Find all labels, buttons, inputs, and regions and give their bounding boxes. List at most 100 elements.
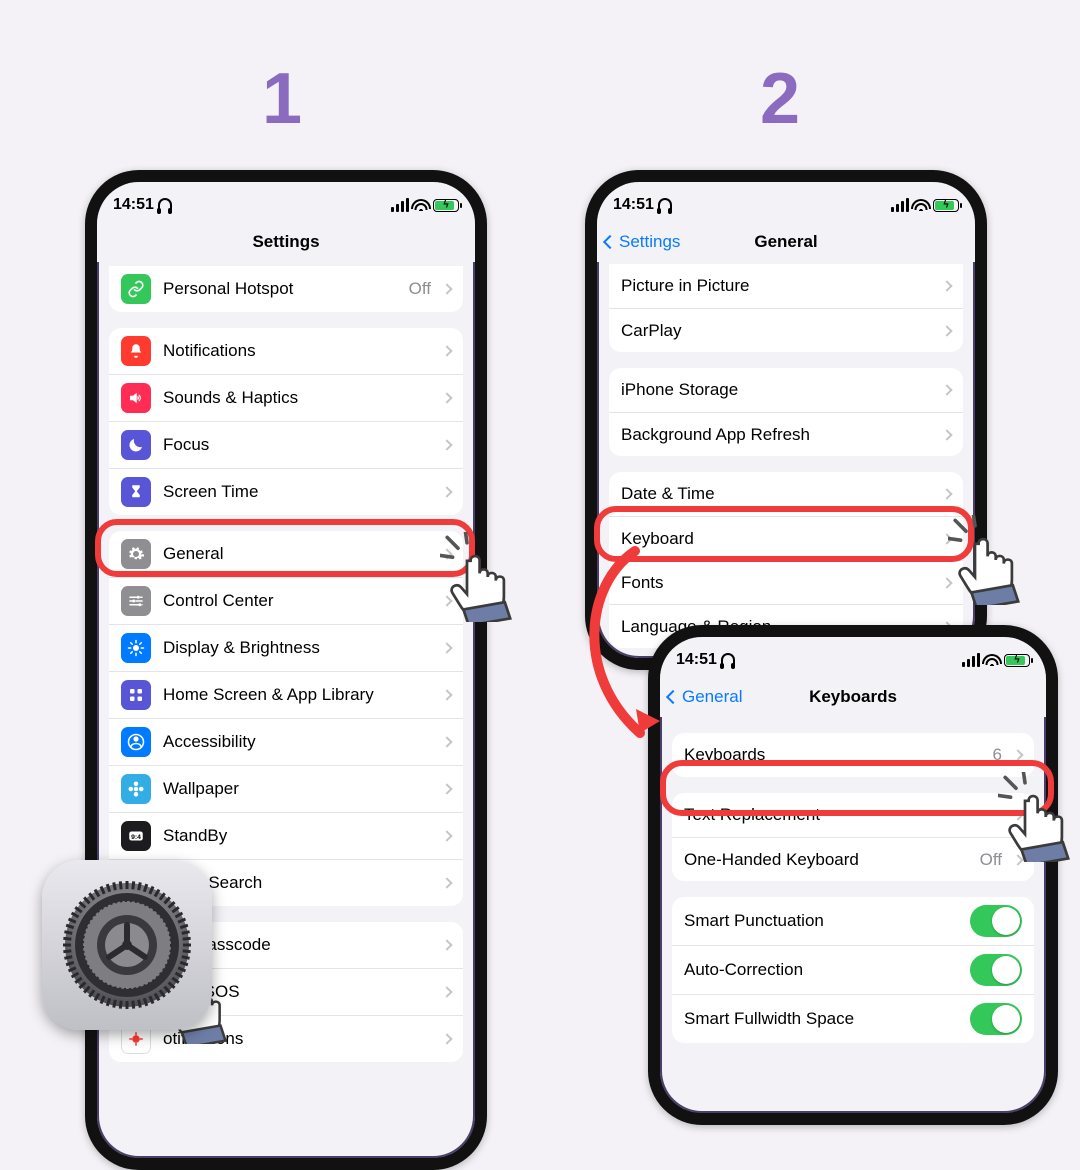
- step-number-2: 2: [760, 58, 800, 140]
- link-icon: [121, 274, 151, 304]
- status-bar: 14:51 ϟ: [660, 637, 1046, 677]
- status-bar: 14:51 ϟ: [597, 182, 975, 222]
- row-date-time[interactable]: Date & Time: [609, 472, 963, 516]
- chevron-right-icon: [441, 783, 452, 794]
- chevron-right-icon: [941, 488, 952, 499]
- chevron-right-icon: [441, 595, 452, 606]
- speaker-icon: [121, 383, 151, 413]
- chevron-right-icon: [1012, 854, 1023, 865]
- chevron-right-icon: [1012, 809, 1023, 820]
- row-display[interactable]: Display & Brightness: [109, 624, 463, 671]
- row-wallpaper[interactable]: Wallpaper: [109, 765, 463, 812]
- row-smart-punctuation[interactable]: Smart Punctuation: [672, 897, 1034, 945]
- page-title: Keyboards: [809, 687, 897, 707]
- headphones-icon: [721, 653, 735, 667]
- row-auto-correction[interactable]: Auto-Correction: [672, 945, 1034, 994]
- cellular-icon: [391, 198, 409, 212]
- back-button[interactable]: Settings: [605, 222, 680, 261]
- row-one-handed-keyboard[interactable]: One-Handed KeyboardOff: [672, 837, 1034, 881]
- row-screentime[interactable]: Screen Time: [109, 468, 463, 515]
- chevron-right-icon: [441, 736, 452, 747]
- row-fonts[interactable]: Fonts: [609, 560, 963, 604]
- sun-icon: [121, 633, 151, 663]
- svg-text:9:4: 9:4: [131, 834, 141, 841]
- gear-icon: [57, 875, 197, 1015]
- battery-icon: ϟ: [933, 199, 959, 212]
- navbar: General Keyboards: [660, 677, 1046, 717]
- toggle-switch[interactable]: [970, 905, 1022, 937]
- row-background-app-refresh[interactable]: Background App Refresh: [609, 412, 963, 456]
- status-time: 14:51: [676, 651, 717, 669]
- chevron-right-icon: [441, 986, 452, 997]
- row-personal-hotspot[interactable]: Personal Hotspot Off: [109, 266, 463, 312]
- chevron-right-icon: [441, 830, 452, 841]
- headphones-icon: [158, 198, 172, 212]
- toggle-switch[interactable]: [970, 954, 1022, 986]
- row-iphone-storage[interactable]: iPhone Storage: [609, 368, 963, 412]
- chevron-right-icon: [441, 486, 452, 497]
- headphones-icon: [658, 198, 672, 212]
- cellular-icon: [962, 653, 980, 667]
- row-accessibility[interactable]: Accessibility: [109, 718, 463, 765]
- chevron-right-icon: [941, 533, 952, 544]
- row-standby[interactable]: 9:4StandBy: [109, 812, 463, 859]
- chevron-right-icon: [941, 280, 952, 291]
- chevron-right-icon: [441, 1033, 452, 1044]
- chevron-right-icon: [941, 325, 952, 336]
- row-picture-in-picture[interactable]: Picture in Picture: [609, 264, 963, 308]
- sliders-icon: [121, 586, 151, 616]
- wifi-icon: [413, 199, 429, 211]
- status-time: 14:51: [113, 196, 154, 214]
- status-time: 14:51: [613, 196, 654, 214]
- row-notifications[interactable]: Notifications: [109, 328, 463, 374]
- cellular-icon: [891, 198, 909, 212]
- toggle-switch[interactable]: [970, 1003, 1022, 1035]
- step-number-1: 1: [262, 58, 302, 140]
- chevron-right-icon: [441, 939, 452, 950]
- hourglass-icon: [121, 477, 151, 507]
- phone-general: 14:51 ϟ Settings General Picture in Pict…: [585, 170, 987, 670]
- moon-icon: [121, 430, 151, 460]
- flower-icon: [121, 774, 151, 804]
- chevron-right-icon: [441, 548, 452, 559]
- person-icon: [121, 727, 151, 757]
- battery-icon: ϟ: [1004, 654, 1030, 667]
- row-homescreen[interactable]: Home Screen & App Library: [109, 671, 463, 718]
- chevron-right-icon: [441, 392, 452, 403]
- clock-icon: 9:4: [121, 821, 151, 851]
- row-text-replacement[interactable]: Text Replacement: [672, 793, 1034, 837]
- chevron-right-icon: [941, 384, 952, 395]
- page-title: General: [754, 232, 817, 252]
- chevron-left-icon: [666, 689, 680, 703]
- row-general[interactable]: General: [109, 531, 463, 577]
- settings-app-icon[interactable]: [42, 860, 212, 1030]
- wifi-icon: [984, 654, 1000, 666]
- row-smart-fullwidth-space[interactable]: Smart Fullwidth Space: [672, 994, 1034, 1043]
- grid-icon: [121, 680, 151, 710]
- wifi-icon: [913, 199, 929, 211]
- row-keyboard[interactable]: Keyboard: [609, 516, 963, 560]
- back-button[interactable]: General: [668, 677, 742, 716]
- phone-keyboards: 14:51 ϟ General Keyboards Keyboards 6 Te…: [648, 625, 1058, 1125]
- chevron-right-icon: [441, 283, 452, 294]
- page-title: Settings: [252, 232, 319, 252]
- chevron-right-icon: [441, 689, 452, 700]
- row-focus[interactable]: Focus: [109, 421, 463, 468]
- chevron-right-icon: [1012, 749, 1023, 760]
- chevron-right-icon: [441, 642, 452, 653]
- navbar: Settings General: [597, 222, 975, 262]
- row-carplay[interactable]: CarPlay: [609, 308, 963, 352]
- battery-icon: ϟ: [433, 199, 459, 212]
- row-controlcenter[interactable]: Control Center: [109, 577, 463, 624]
- chevron-right-icon: [941, 429, 952, 440]
- bell-icon: [121, 336, 151, 366]
- chevron-right-icon: [441, 439, 452, 450]
- row-sounds[interactable]: Sounds & Haptics: [109, 374, 463, 421]
- chevron-left-icon: [603, 234, 617, 248]
- gear-icon: [121, 539, 151, 569]
- navbar: Settings: [97, 222, 475, 262]
- chevron-right-icon: [941, 577, 952, 588]
- status-bar: 14:51 ϟ: [97, 182, 475, 222]
- row-keyboards[interactable]: Keyboards 6: [672, 733, 1034, 777]
- chevron-right-icon: [441, 877, 452, 888]
